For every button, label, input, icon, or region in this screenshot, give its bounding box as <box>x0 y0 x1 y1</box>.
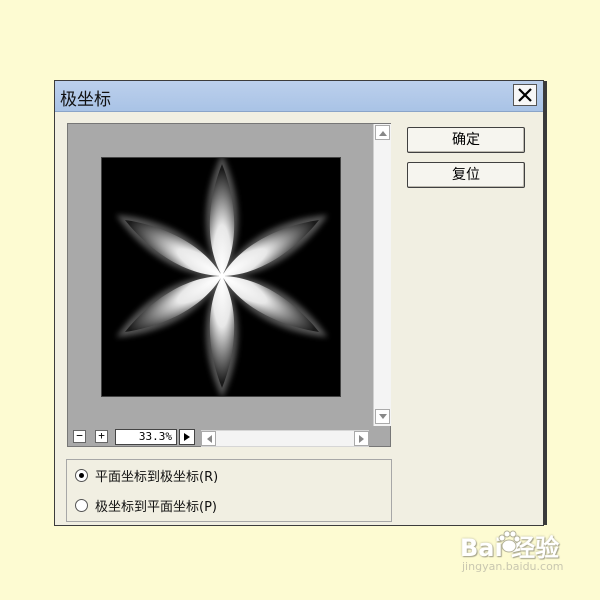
arrow-down-icon <box>378 413 387 419</box>
conversion-options: 平面坐标到极坐标(R) 极坐标到平面坐标(P) <box>66 459 392 522</box>
reset-button[interactable]: 复位 <box>407 162 525 188</box>
watermark-url: jingyan.baidu.com <box>462 560 564 573</box>
arrow-up-icon <box>378 130 387 136</box>
zoom-level[interactable]: 33.3% <box>115 429 177 445</box>
arrow-right-icon <box>358 434 364 443</box>
option-polar-to-rect[interactable]: 极坐标到平面坐标(P) <box>75 494 217 516</box>
option-rect-to-polar[interactable]: 平面坐标到极坐标(R) <box>75 464 218 486</box>
zoom-controls: − + 33.3% <box>67 428 391 448</box>
arrow-left-icon <box>206 434 212 443</box>
option-label-polar-to-rect: 极坐标到平面坐标(P) <box>95 499 217 515</box>
zoom-menu-button[interactable] <box>179 429 195 445</box>
preview-area[interactable] <box>67 123 391 447</box>
zoom-out-button[interactable]: − <box>73 430 86 443</box>
radio-rect-to-polar[interactable] <box>75 468 88 482</box>
ok-button[interactable]: 确定 <box>407 127 525 153</box>
scroll-up-button[interactable] <box>375 125 390 140</box>
title-bar[interactable]: 极坐标 <box>55 81 543 112</box>
scroll-left-button[interactable] <box>201 431 216 446</box>
vertical-scrollbar[interactable] <box>373 124 391 426</box>
horizontal-scrollbar[interactable] <box>201 430 369 447</box>
preview-image <box>101 157 341 397</box>
close-icon <box>518 88 532 102</box>
scroll-right-button[interactable] <box>354 431 369 446</box>
scroll-down-button[interactable] <box>375 409 390 424</box>
close-button[interactable] <box>513 84 537 106</box>
dialog-title: 极坐标 <box>60 90 111 110</box>
zoom-in-button[interactable]: + <box>95 430 108 443</box>
polar-coordinates-dialog: 极坐标 − + 33.3% 确定 复位 平面坐标到极坐标(R) 极坐标到平面坐标… <box>54 80 547 526</box>
paw-icon <box>498 530 520 553</box>
radio-polar-to-rect[interactable] <box>75 498 88 512</box>
baidu-watermark: Bai 经验 jingyan.baidu.com <box>460 528 590 578</box>
option-label-rect-to-polar: 平面坐标到极坐标(R) <box>95 469 219 485</box>
triangle-right-icon <box>184 433 190 441</box>
